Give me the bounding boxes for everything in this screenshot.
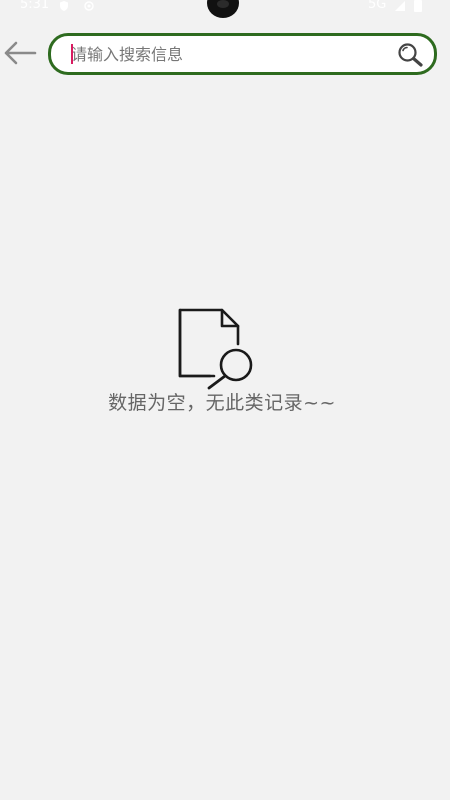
back-button[interactable] — [0, 35, 40, 71]
shield-icon — [60, 1, 68, 11]
status-time: 5:31 — [20, 0, 50, 12]
status-bar: 5:31 5G — [0, 0, 450, 18]
arrow-left-icon — [4, 41, 37, 65]
text-caret — [71, 44, 73, 64]
search-icon[interactable] — [396, 41, 424, 69]
battery-icon — [414, 0, 422, 12]
signal-icon — [395, 1, 405, 11]
network-type: 5G — [368, 0, 387, 12]
empty-message: 数据为空，无此类记录~~ — [108, 392, 336, 414]
settings-icon — [84, 1, 94, 11]
search-box[interactable] — [48, 33, 437, 75]
camera-lens — [217, 0, 229, 8]
document-search-icon — [178, 308, 253, 390]
camera-cutout — [207, 0, 239, 18]
empty-state: 数据为空，无此类记录~~ — [0, 300, 450, 420]
search-input[interactable] — [71, 42, 391, 66]
